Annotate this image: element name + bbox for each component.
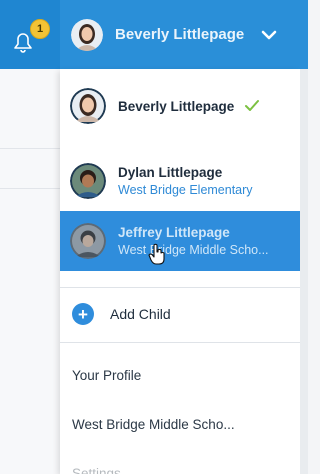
page-background — [0, 0, 60, 474]
account-switcher-button[interactable]: Beverly Littlepage — [60, 0, 308, 69]
current-user-name: Beverly Littlepage — [115, 26, 245, 43]
avatar — [70, 88, 106, 124]
plus-icon: + — [72, 303, 94, 325]
account-school: West Bridge Middle Scho... — [118, 243, 269, 257]
menu-item-school[interactable]: West Bridge Middle Scho... — [72, 417, 235, 432]
divider — [0, 148, 60, 149]
account-item-beverly[interactable]: Beverly Littlepage — [60, 77, 300, 135]
account-name: Jeffrey Littlepage — [118, 225, 230, 240]
avatar — [70, 223, 106, 259]
add-child-label: Add Child — [110, 306, 171, 322]
menu-item-settings[interactable]: Settings — [72, 466, 121, 474]
notification-badge: 1 — [30, 19, 50, 39]
avatar — [70, 163, 106, 199]
checkmark-icon — [245, 100, 260, 111]
avatar — [71, 18, 103, 51]
account-name: Dylan Littlepage — [118, 165, 223, 180]
account-name: Beverly Littlepage — [118, 98, 235, 114]
divider — [60, 342, 300, 343]
menu-item-your-profile[interactable]: Your Profile — [72, 368, 141, 383]
account-school: West Bridge Elementary — [118, 183, 253, 197]
hand-cursor-icon — [148, 243, 165, 265]
chevron-down-icon — [261, 30, 277, 39]
add-child-button[interactable]: + Add Child — [60, 286, 300, 342]
account-item-jeffrey[interactable]: Jeffrey Littlepage West Bridge Middle Sc… — [60, 211, 300, 271]
account-dropdown: Beverly Littlepage Dylan Littlepage West… — [60, 69, 300, 474]
divider — [0, 188, 60, 189]
account-item-dylan[interactable]: Dylan Littlepage West Bridge Elementary — [60, 151, 300, 211]
scrollbar[interactable] — [300, 69, 308, 474]
